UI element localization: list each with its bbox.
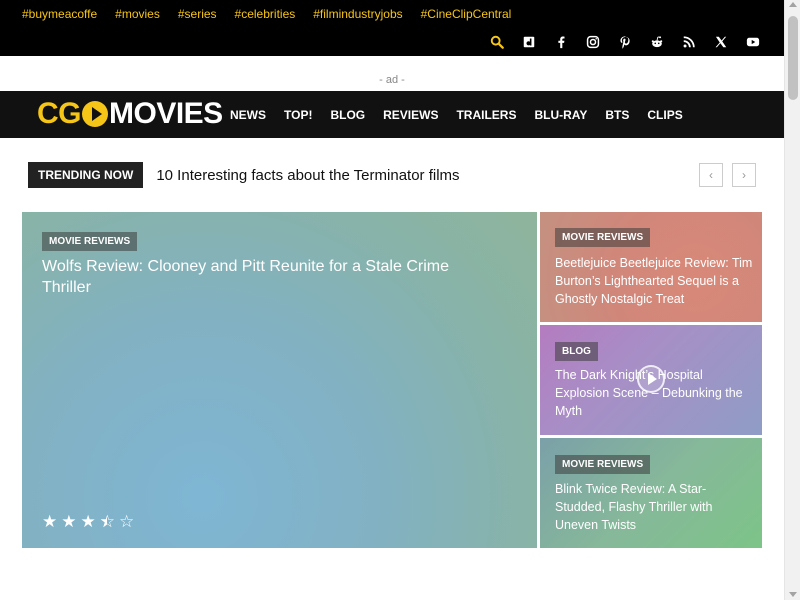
top-bar: #buymeacoffe #movies #series #celebritie…: [0, 0, 784, 56]
page: #buymeacoffe #movies #series #celebritie…: [0, 0, 800, 600]
hashtag-link[interactable]: #filmindustryjobs: [313, 7, 402, 21]
trending-next-button[interactable]: ›: [732, 163, 756, 187]
menu-item-reviews[interactable]: REVIEWS: [383, 108, 438, 122]
menu-item-clips[interactable]: CLIPS: [647, 108, 682, 122]
ad-label: - ad -: [379, 74, 405, 86]
trending-headline[interactable]: 10 Interesting facts about the Terminato…: [156, 167, 459, 184]
main-menu: NEWS TOP! BLOG REVIEWS TRAILERS BLU-RAY …: [230, 91, 683, 138]
hashtag-link[interactable]: #series: [178, 7, 217, 21]
facebook-icon[interactable]: [552, 33, 570, 51]
search-icon[interactable]: [488, 33, 506, 51]
trending-bar: TRENDING NOW 10 Interesting facts about …: [28, 162, 460, 188]
trending-arrows: ‹ ›: [699, 163, 756, 187]
youtube-icon[interactable]: [744, 33, 762, 51]
hashtag-link[interactable]: #CineClipCentral: [421, 7, 512, 21]
rss-icon[interactable]: [680, 33, 698, 51]
menu-item-blu-ray[interactable]: BLU-RAY: [534, 108, 587, 122]
featured-side-title[interactable]: The Dark Knight’s Hospital Explosion Sce…: [555, 366, 755, 420]
category-badge[interactable]: MOVIE REVIEWS: [555, 228, 651, 247]
featured-main-card[interactable]: MOVIE REVIEWS Wolfs Review: Clooney and …: [22, 212, 537, 548]
scroll-down-arrow-icon[interactable]: [789, 592, 797, 597]
logo-text-cg: CG: [37, 97, 82, 130]
logo-text-movies: MOVIES: [109, 97, 223, 130]
star-empty-icon: ☆: [119, 512, 135, 531]
reddit-icon[interactable]: [648, 33, 666, 51]
x-icon[interactable]: [712, 33, 730, 51]
star-full-icon: ★: [61, 512, 77, 531]
hashtag-link[interactable]: #celebrities: [235, 7, 296, 21]
menu-item-news[interactable]: NEWS: [230, 108, 266, 122]
pinterest-icon[interactable]: [616, 33, 634, 51]
featured-side-card[interactable]: BLOG The Dark Knight’s Hospital Explosio…: [540, 325, 762, 435]
social-icons: [488, 33, 762, 51]
rating-stars: ★ ★ ★ ☆★☆ ☆: [42, 513, 134, 530]
trending-prev-button[interactable]: ‹: [699, 163, 723, 187]
category-badge[interactable]: BLOG: [555, 342, 598, 361]
dlvr-icon[interactable]: [520, 33, 538, 51]
site-logo[interactable]: CG MOVIES: [37, 97, 223, 131]
featured-side-title[interactable]: Blink Twice Review: A Star-Studded, Flas…: [555, 480, 755, 534]
star-full-icon: ★: [80, 512, 96, 531]
featured-side-card[interactable]: MOVIE REVIEWS Blink Twice Review: A Star…: [540, 438, 762, 548]
featured-main-title[interactable]: Wolfs Review: Clooney and Pitt Reunite f…: [42, 256, 482, 298]
category-badge[interactable]: MOVIE REVIEWS: [42, 232, 138, 251]
logo-play-icon: [82, 101, 108, 127]
instagram-icon[interactable]: [584, 33, 602, 51]
menu-item-top[interactable]: TOP!: [284, 108, 312, 122]
hashtag-link[interactable]: #buymeacoffe: [22, 7, 97, 21]
trending-label: TRENDING NOW: [28, 162, 144, 188]
menu-item-blog[interactable]: BLOG: [330, 108, 365, 122]
scroll-up-arrow-icon[interactable]: [789, 2, 797, 7]
page-scrollbar[interactable]: [784, 0, 800, 600]
star-full-icon: ★: [42, 512, 58, 531]
hashtag-links: #buymeacoffe #movies #series #celebritie…: [22, 7, 511, 21]
scroll-thumb[interactable]: [788, 16, 798, 100]
featured-side-card[interactable]: MOVIE REVIEWS Beetlejuice Beetlejuice Re…: [540, 212, 762, 322]
menu-item-trailers[interactable]: TRAILERS: [456, 108, 516, 122]
featured-side-title[interactable]: Beetlejuice Beetlejuice Review: Tim Burt…: [555, 254, 755, 308]
hashtag-link[interactable]: #movies: [115, 7, 160, 21]
menu-item-bts[interactable]: BTS: [605, 108, 629, 122]
star-half-icon: ☆★☆: [99, 512, 115, 531]
category-badge[interactable]: MOVIE REVIEWS: [555, 455, 651, 474]
main-navbar: CG MOVIES NEWS TOP! BLOG REVIEWS TRAILER…: [0, 91, 784, 138]
